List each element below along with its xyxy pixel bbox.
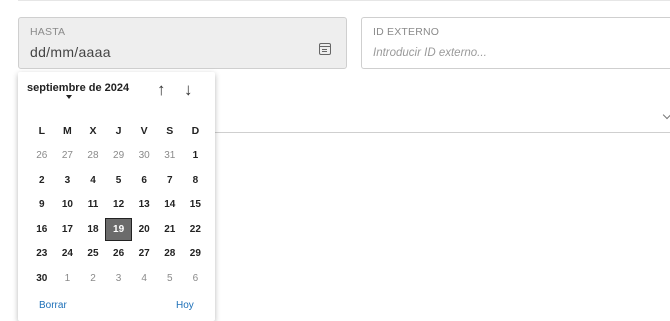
calendar-day[interactable]: 2 — [29, 170, 55, 191]
calendar-day[interactable]: 24 — [55, 243, 81, 264]
id-externo-label: ID EXTERNO — [373, 26, 440, 38]
calendar-day[interactable]: 2 — [80, 268, 106, 289]
calendar-day[interactable]: 30 — [131, 145, 157, 166]
calendar-day[interactable]: 27 — [131, 243, 157, 264]
week-row: 30 1 2 3 4 5 6 — [29, 266, 209, 291]
calendar-day[interactable]: 7 — [157, 170, 183, 191]
calendar-day[interactable]: 28 — [157, 243, 183, 264]
calendar-day[interactable]: 14 — [157, 194, 183, 215]
calendar-day[interactable]: 17 — [55, 219, 81, 240]
calendar-day[interactable]: 3 — [55, 170, 81, 191]
calendar-day[interactable]: 26 — [106, 243, 132, 264]
previous-month-button[interactable]: ↑ — [157, 81, 166, 99]
calendar-icon[interactable] — [319, 43, 331, 55]
today-button[interactable]: Hoy — [176, 300, 194, 311]
calendar-day[interactable]: 4 — [80, 170, 106, 191]
calendar-day[interactable]: 12 — [106, 194, 132, 215]
caret-down-icon[interactable] — [66, 95, 72, 99]
calendar-day[interactable]: 31 — [157, 145, 183, 166]
calendar-day[interactable]: 22 — [183, 219, 209, 240]
id-externo-field[interactable]: ID EXTERNO Introducir ID externo... — [361, 17, 670, 69]
calendar-day[interactable]: 5 — [157, 268, 183, 289]
calendar-grid: LMXJVSD 26 27 28 29 30 31 1 2 3 4 5 6 7 8 9 10 11 12 13 14 1… — [29, 119, 209, 291]
month-year-selector[interactable]: septiembre de 2024 — [27, 82, 129, 94]
calendar-day[interactable]: 23 — [29, 243, 55, 264]
top-divider — [18, 0, 670, 1]
id-externo-input[interactable]: Introducir ID externo... — [373, 47, 487, 59]
calendar-day[interactable]: 13 — [131, 194, 157, 215]
calendar-day[interactable]: 8 — [183, 170, 209, 191]
calendar-day[interactable]: 20 — [131, 219, 157, 240]
weekday-label: D — [191, 125, 200, 138]
calendar-day[interactable]: 27 — [55, 145, 81, 166]
next-month-button[interactable]: ↓ — [184, 81, 193, 99]
week-row: 9 10 11 12 13 14 15 — [29, 193, 209, 218]
calendar-day[interactable]: 25 — [80, 243, 106, 264]
calendar-day[interactable]: 10 — [55, 194, 81, 215]
hasta-label: HASTA — [30, 26, 66, 38]
week-row: 16 17 18 19 20 21 22 — [29, 217, 209, 242]
calendar-day[interactable]: 11 — [80, 194, 106, 215]
calendar-day[interactable]: 1 — [183, 145, 209, 166]
calendar-day[interactable]: 18 — [80, 219, 106, 240]
selected-day[interactable]: 19 — [104, 217, 133, 241]
calendar-day[interactable]: 30 — [29, 268, 55, 289]
calendar-day[interactable]: 29 — [106, 145, 132, 166]
hasta-date-field[interactable]: HASTA dd/mm/aaaa — [18, 17, 347, 69]
week-row: 26 27 28 29 30 31 1 — [29, 144, 209, 169]
calendar-day[interactable]: 4 — [131, 268, 157, 289]
weekday-header-row: LMXJVSD — [29, 119, 209, 144]
weekday-label: L — [38, 125, 45, 138]
weekday-label: M — [63, 125, 72, 138]
calendar-day[interactable]: 15 — [183, 194, 209, 215]
calendar-day[interactable]: 29 — [183, 243, 209, 264]
weekday-label: J — [115, 125, 122, 138]
week-row: 2345678 — [29, 168, 209, 193]
chevron-down-icon[interactable] — [662, 110, 670, 120]
calendar-day[interactable]: 9 — [29, 194, 55, 215]
calendar-day[interactable]: 3 — [106, 268, 132, 289]
weekday-label: X — [89, 125, 97, 138]
calendar-day[interactable]: 16 — [29, 219, 55, 240]
hasta-date-input[interactable]: dd/mm/aaaa — [30, 44, 111, 60]
calendar-day[interactable]: 6 — [183, 268, 209, 289]
calendar-day[interactable]: 6 — [131, 170, 157, 191]
weekday-label: S — [166, 125, 174, 138]
datepicker-popup: septiembre de 2024 ↑ ↓ LMXJVSD 26 27 28 29 3… — [18, 72, 215, 321]
calendar-day[interactable]: 5 — [106, 170, 132, 191]
calendar-day[interactable]: 26 — [29, 145, 55, 166]
clear-button[interactable]: Borrar — [39, 300, 67, 311]
calendar-day[interactable]: 21 — [157, 219, 183, 240]
weekday-label: V — [140, 125, 148, 138]
week-row: 23 24 25 26 27 28 29 — [29, 242, 209, 267]
calendar-day[interactable]: 1 — [55, 268, 81, 289]
calendar-day[interactable]: 28 — [80, 145, 106, 166]
